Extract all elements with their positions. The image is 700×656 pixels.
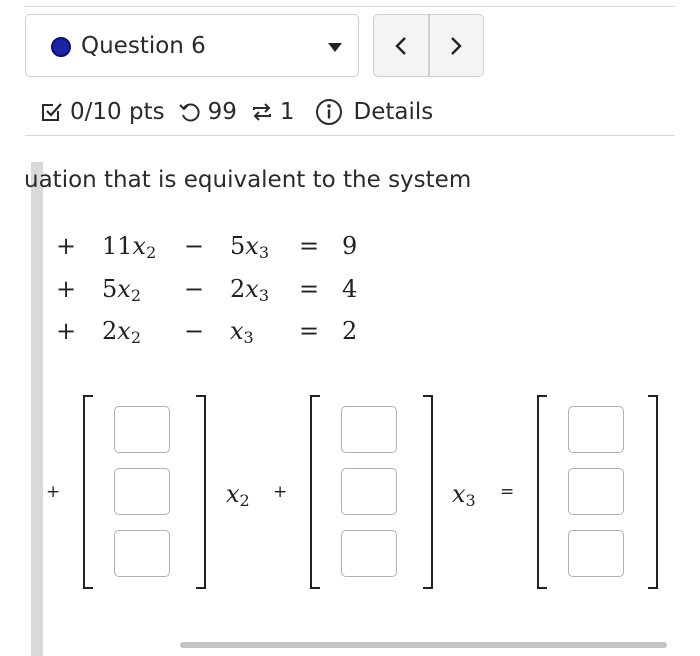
variable-x2: x2: [226, 480, 250, 510]
rhs-value: 2: [342, 317, 358, 345]
question-nav: [373, 14, 484, 77]
question-meta: 0/10 pts 99 1 Details: [40, 94, 446, 130]
rhs-value: 4: [342, 275, 358, 303]
top-divider: [25, 6, 675, 7]
points-info: 0/10 pts: [40, 99, 165, 125]
term-x2: 2x2: [102, 317, 142, 347]
info-icon: [316, 99, 343, 125]
vector-x2-entry-1[interactable]: [114, 406, 170, 453]
details-link[interactable]: Details: [315, 98, 433, 126]
question-status-dot: [51, 37, 71, 57]
term-x2: 5x2: [102, 275, 142, 305]
plus-sign: +: [273, 482, 288, 502]
next-question-button[interactable]: [430, 15, 484, 76]
attempts-text: 99: [207, 99, 237, 125]
vector-x3-entry-2[interactable]: [341, 468, 397, 515]
term-x3: x3: [230, 317, 254, 347]
question-body-border: [31, 162, 43, 656]
left-bracket: [310, 395, 320, 589]
vector-x2-entry-3[interactable]: [114, 530, 170, 577]
vector-x2-entry-2[interactable]: [114, 468, 170, 515]
chevron-right-icon: [451, 36, 462, 55]
horizontal-scrollbar[interactable]: [180, 642, 667, 648]
points-text: 0/10 pts: [70, 99, 165, 125]
chevron-left-icon: [395, 36, 406, 55]
term-x3: 5x3: [230, 232, 270, 262]
question-selector[interactable]: Question 6: [25, 14, 359, 77]
header-divider: [25, 135, 675, 136]
left-bracket: [83, 395, 93, 589]
operator: −: [184, 317, 205, 345]
right-bracket: [196, 395, 206, 589]
right-bracket: [423, 395, 433, 589]
variable-x3: x3: [452, 480, 476, 510]
attempts-info: 99: [178, 99, 237, 125]
versions-text: 1: [279, 99, 295, 125]
vector-rhs-entry-2[interactable]: [568, 468, 624, 515]
question-prompt: uation that is equivalent to the system: [24, 167, 472, 193]
operator: +: [56, 317, 77, 345]
details-label: Details: [353, 99, 434, 125]
rhs-value: 9: [342, 232, 358, 260]
previous-question-button[interactable]: [374, 15, 430, 76]
operator: −: [184, 275, 205, 303]
operator: −: [184, 232, 205, 260]
vector-rhs-entry-3[interactable]: [568, 530, 624, 577]
vector-rhs-entry-1[interactable]: [568, 406, 624, 453]
vector-x3-entry-1[interactable]: [341, 406, 397, 453]
right-bracket: [648, 395, 658, 589]
operator: +: [56, 232, 77, 260]
checkbox-icon: [42, 103, 62, 121]
plus-sign: +: [46, 482, 61, 502]
equals-sign: =: [299, 275, 320, 303]
versions-info: 1: [250, 99, 295, 125]
equals-sign: =: [299, 232, 320, 260]
question-label: Question 6: [81, 33, 206, 59]
term-x2: 11x2: [102, 232, 157, 262]
caret-down-icon: [328, 43, 342, 52]
operator: +: [56, 275, 77, 303]
repeat-icon: [252, 103, 271, 121]
left-bracket: [537, 395, 547, 589]
equals-sign: =: [500, 482, 515, 502]
term-x3: 2x3: [230, 275, 270, 305]
vector-x3-entry-3[interactable]: [341, 530, 397, 577]
undo-icon: [178, 103, 200, 122]
equals-sign: =: [299, 317, 320, 345]
